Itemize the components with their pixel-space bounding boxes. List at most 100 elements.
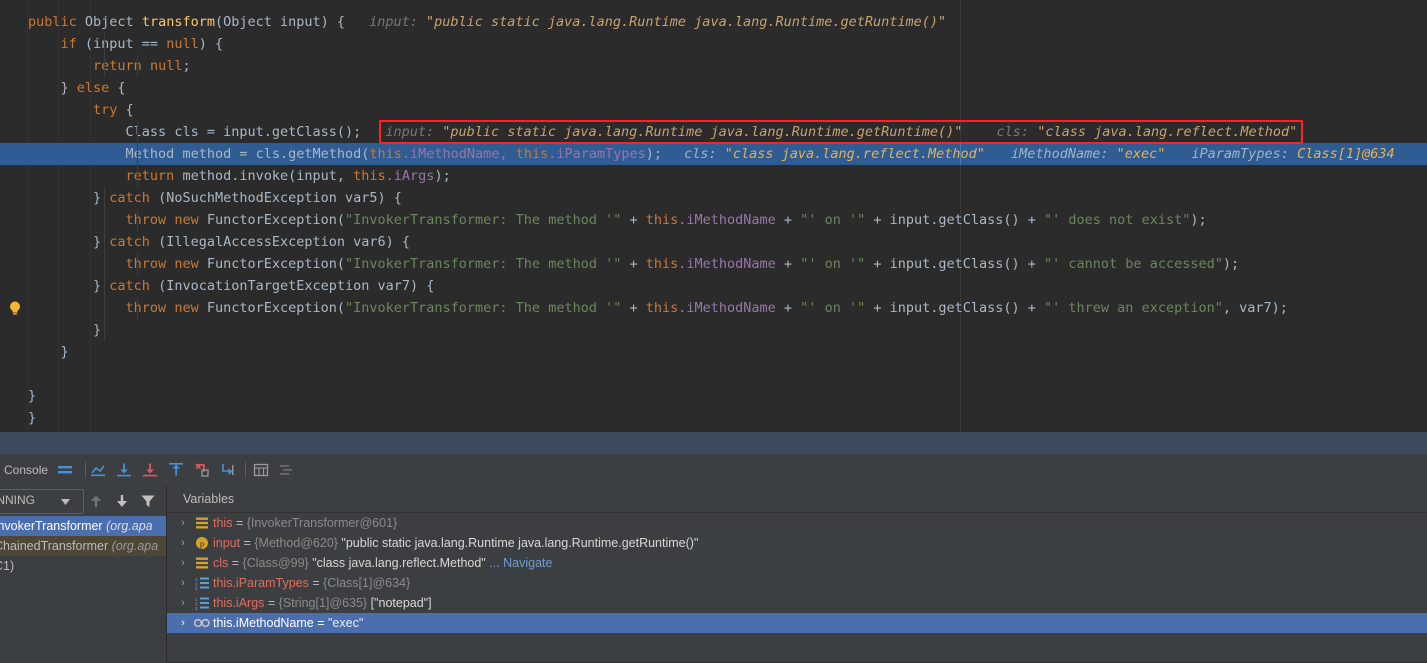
expand-arrow-icon[interactable]: › <box>178 553 188 573</box>
code-line[interactable]: try { <box>0 99 1427 121</box>
variable-row[interactable]: › this.iMethodName = "exec" <box>167 613 1427 633</box>
expand-arrow-icon[interactable]: › <box>178 593 188 613</box>
parameter-icon: p <box>195 536 209 550</box>
code-line[interactable]: } catch (NoSuchMethodException var5) { <box>0 187 1427 209</box>
expand-arrow-icon[interactable]: › <box>178 513 188 533</box>
code-line[interactable]: Class cls = input.getClass(); input: "pub… <box>0 121 1427 143</box>
variable-value: ["notepad"] <box>370 596 432 610</box>
toolbar-divider-2 <box>245 462 246 478</box>
code-line[interactable]: if (input == null) { <box>0 33 1427 55</box>
frames-pane: RUNNING InvokerTransformer (org.apaChain… <box>0 486 166 663</box>
svg-text:p: p <box>200 539 204 549</box>
variable-equals: = <box>264 596 279 610</box>
variable-text: cls = {Class@99} "class java.lang.reflec… <box>213 553 552 573</box>
mute-breakpoints-icon[interactable] <box>279 462 295 478</box>
inline-debug-hint: cls: "class java.lang.reflect.Method" <box>684 146 985 162</box>
variable-reference: {String[1]@635} <box>278 596 371 610</box>
variable-row[interactable]: › cls = {Class@99} "class java.lang.refle… <box>167 553 1427 573</box>
code-line[interactable]: } <box>0 385 1427 407</box>
frame-list-item[interactable]: InvokerTransformer (org.apa <box>0 516 166 536</box>
variable-value: "public static java.lang.Runtime java.la… <box>341 536 699 550</box>
soft-wrap-icon[interactable] <box>57 462 73 478</box>
svg-text:3: 3 <box>195 586 198 590</box>
inline-debug-hint: input: "public static java.lang.Runtime … <box>369 14 947 30</box>
code-line[interactable]: return method.invoke(input, this.iArgs); <box>0 165 1427 187</box>
svg-text:3: 3 <box>195 606 198 610</box>
expand-arrow-icon[interactable]: › <box>178 533 188 553</box>
expand-arrow-icon[interactable]: › <box>178 573 188 593</box>
code-line[interactable]: } else { <box>0 77 1427 99</box>
inline-debug-hint: input: "public static java.lang.Runtime … <box>385 124 963 140</box>
intention-bulb-icon[interactable] <box>7 300 23 316</box>
frame-list-item[interactable]: ChainedTransformer (org.apa <box>0 536 166 556</box>
frames-toolbar: RUNNING <box>0 486 166 516</box>
variable-equals: = <box>228 556 243 570</box>
variable-equals: = <box>308 576 324 590</box>
field-icon <box>195 556 209 570</box>
variable-name: this <box>213 516 233 530</box>
frame-class-name: C1) <box>0 559 15 573</box>
indent-guide <box>137 253 138 275</box>
run-to-cursor-icon[interactable] <box>220 462 236 478</box>
code-line-current[interactable]: Method method = cls.getMethod(this.iMeth… <box>0 143 1427 165</box>
filter-icon[interactable] <box>140 493 156 509</box>
arrow-down-icon[interactable] <box>114 493 130 509</box>
show-execution-point-icon[interactable] <box>90 462 106 478</box>
variables-list[interactable]: › this = {InvokerTransformer@601} › p input … <box>167 513 1427 663</box>
code-editor[interactable]: public Object transform(Object input) {i… <box>0 0 1427 432</box>
indent-guide <box>104 187 105 341</box>
string-icon <box>193 616 210 630</box>
variables-pane: Variables › this = {InvokerTransformer@60… <box>167 486 1427 663</box>
debugger-body: RUNNING InvokerTransformer (org.apaChain… <box>0 486 1427 663</box>
inline-debug-hint: iMethodName: "exec" <box>1010 146 1166 162</box>
variable-value: "class java.lang.reflect.Method" <box>312 556 486 570</box>
variable-name: input <box>213 536 241 550</box>
field-icon <box>195 516 209 530</box>
thread-selector[interactable]: RUNNING <box>0 489 84 514</box>
indent-guide <box>137 55 138 77</box>
expand-arrow-icon[interactable]: › <box>178 613 188 633</box>
code-line[interactable]: return null; <box>0 55 1427 77</box>
evaluate-expression-icon[interactable] <box>253 462 269 478</box>
panel-splitter[interactable] <box>0 432 1427 454</box>
variable-reference: {Method@620} <box>254 536 342 550</box>
variables-header: Variables <box>167 486 1427 513</box>
inline-debug-hint: cls: "class java.lang.reflect.Method" <box>996 124 1298 140</box>
step-out-icon[interactable] <box>194 462 210 478</box>
code-line[interactable]: } catch (IllegalAccessException var6) { <box>0 231 1427 253</box>
variable-equals: = <box>240 536 255 550</box>
code-line[interactable]: public Object transform(Object input) {i… <box>0 11 1427 33</box>
toolbar-divider-1 <box>85 462 86 478</box>
code-line[interactable]: throw new FunctorException("InvokerTrans… <box>0 209 1427 231</box>
variable-reference: {InvokerTransformer@601} <box>246 516 398 530</box>
variable-row[interactable]: › 1 2 3 this.iParamTypes = {Class[1]@634} <box>167 573 1427 593</box>
variable-name: this.iParamTypes <box>213 576 309 590</box>
inline-debug-hint: iParamTypes: Class[1]@634 <box>1191 146 1395 162</box>
code-line[interactable]: throw new FunctorException("InvokerTrans… <box>0 253 1427 275</box>
code-line[interactable]: } catch (InvocationTargetException var7)… <box>0 275 1427 297</box>
debugger-panel: Console RUNNING Invoke <box>0 432 1427 663</box>
code-line[interactable]: } <box>0 407 1427 429</box>
code-line[interactable]: throw new FunctorException("InvokerTrans… <box>0 297 1427 319</box>
frame-list-item[interactable]: C1) <box>0 556 166 576</box>
variable-row[interactable]: › p input = {Method@620} "public static ja… <box>167 533 1427 553</box>
variable-equals: = <box>313 616 328 630</box>
step-into-icon[interactable] <box>142 462 158 478</box>
variable-row[interactable]: › 1 2 3 this.iArgs = {String[1]@635} ["notep… <box>167 593 1427 613</box>
variable-row[interactable]: › this = {InvokerTransformer@601} <box>167 513 1427 533</box>
step-over-icon[interactable] <box>116 462 132 478</box>
code-line[interactable]: } <box>0 319 1427 341</box>
arrow-up-icon[interactable] <box>88 493 104 509</box>
indent-guide <box>104 33 105 77</box>
code-line[interactable] <box>0 363 1427 385</box>
frame-class-name: ChainedTransformer <box>0 539 109 553</box>
force-step-into-icon[interactable] <box>168 462 184 478</box>
variable-text: input = {Method@620} "public static java… <box>213 533 698 553</box>
frames-list[interactable]: InvokerTransformer (org.apa ChainedTransf… <box>0 516 166 663</box>
indent-guide <box>137 121 138 187</box>
variable-name: cls <box>213 556 229 570</box>
console-tab[interactable]: Console <box>4 454 48 486</box>
code-line[interactable]: } <box>0 341 1427 363</box>
debugger-toolbar: Console <box>0 454 1427 486</box>
navigate-link[interactable]: ... Navigate <box>489 556 552 570</box>
